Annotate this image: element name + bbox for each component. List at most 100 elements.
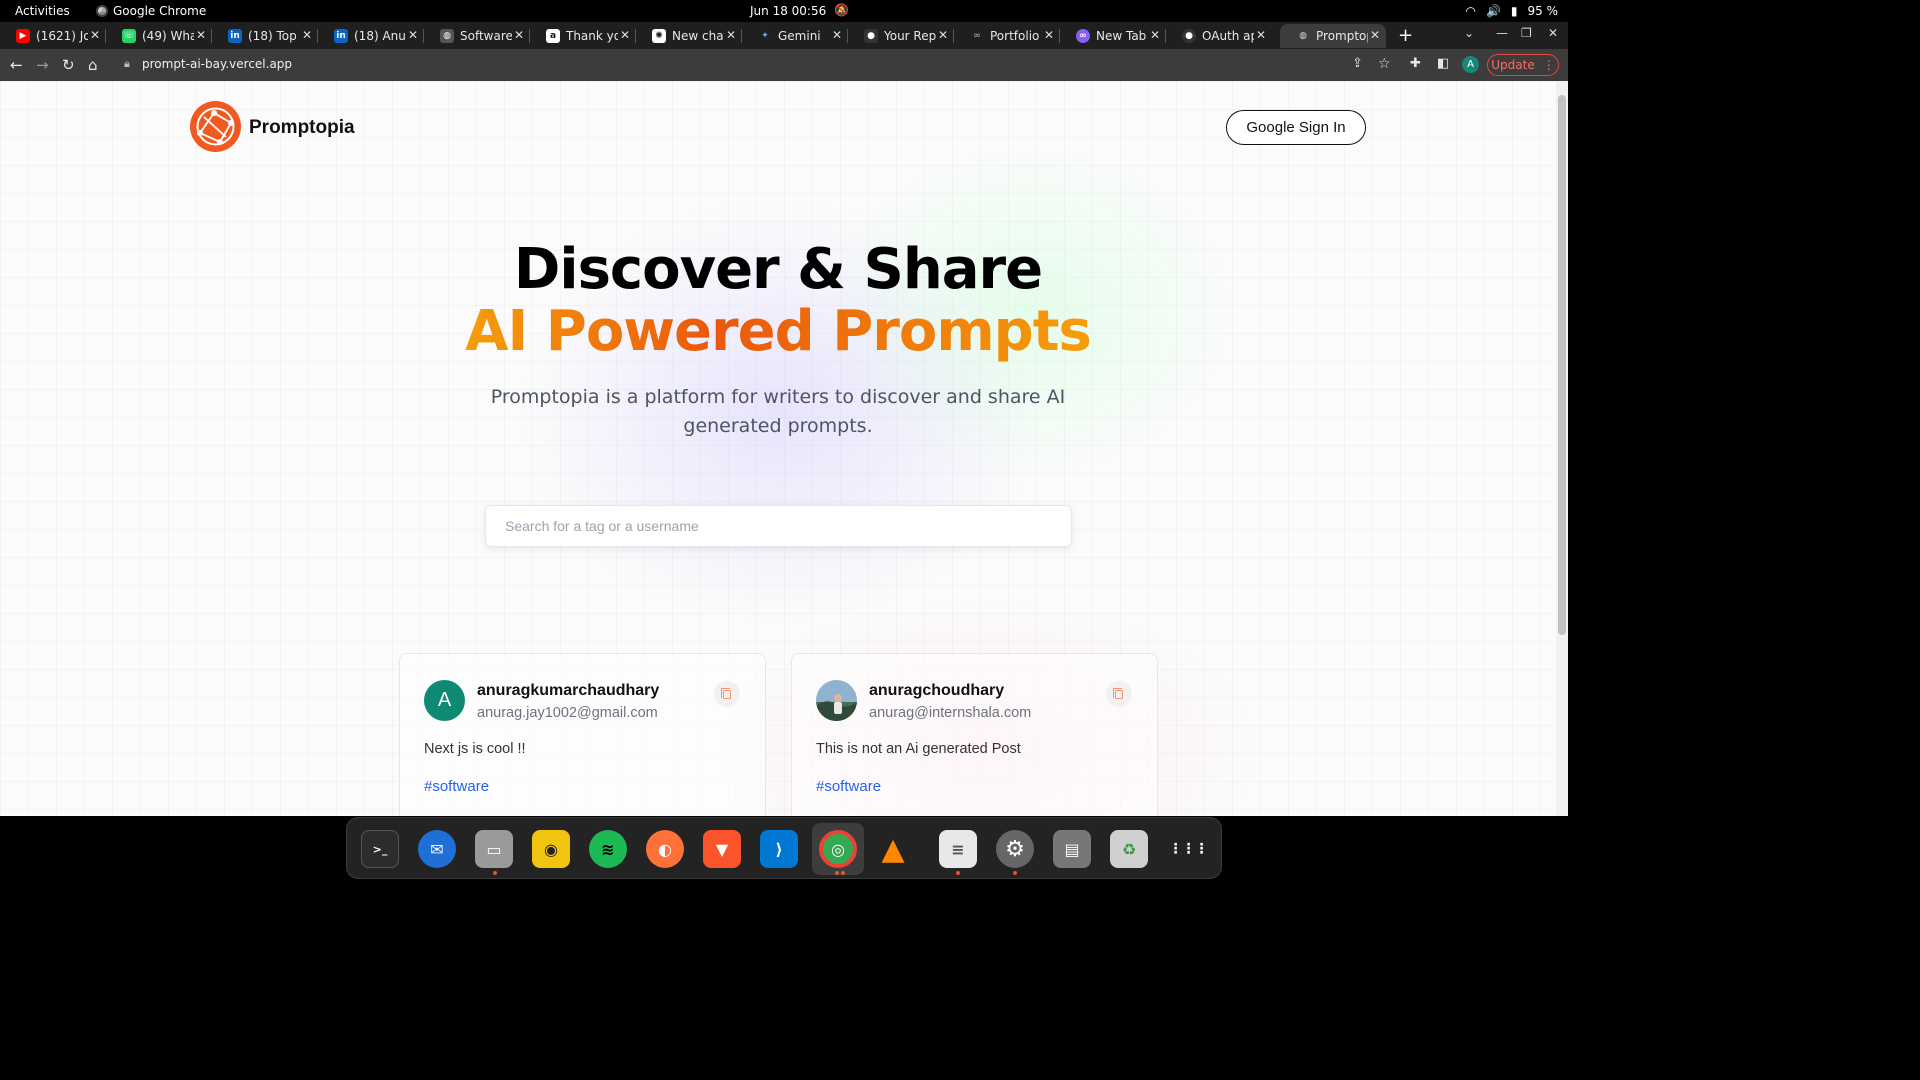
profile-avatar[interactable]: A — [1462, 56, 1479, 73]
update-button[interactable]: Update ⋮ — [1487, 54, 1559, 76]
openai-icon: ✺ — [652, 29, 666, 43]
text-editor-icon[interactable]: ≡ — [939, 830, 977, 868]
close-icon[interactable]: ✕ — [938, 28, 948, 42]
avatar[interactable]: A — [424, 680, 465, 721]
tab-amazon[interactable]: a Thank you ✕ — [530, 24, 636, 48]
url-field[interactable]: prompt-ai-bay.vercel.app — [142, 57, 292, 71]
new-tab-button[interactable]: + — [1398, 25, 1413, 46]
tab-title: Software — [460, 29, 512, 43]
page-viewport: Promptopia Google Sign In Discover & Sha… — [0, 81, 1556, 816]
amazon-icon: a — [546, 29, 560, 43]
close-icon[interactable]: ✕ — [620, 28, 630, 42]
close-icon[interactable]: ✕ — [514, 28, 524, 42]
side-panel-icon[interactable]: ◧ — [1437, 56, 1449, 71]
card-username[interactable]: anuragkumarchaudhary — [477, 682, 659, 700]
card-tag[interactable]: #software — [816, 778, 881, 795]
lock-icon[interactable]: 🔒︎ — [124, 57, 130, 71]
close-icon[interactable]: ✕ — [90, 28, 100, 42]
files-icon[interactable]: ▭ — [475, 830, 513, 868]
forward-icon[interactable]: → — [36, 56, 49, 74]
activities-button[interactable]: Activities — [15, 4, 70, 18]
avatar[interactable] — [816, 680, 857, 721]
minimize-icon[interactable]: — — [1496, 26, 1508, 40]
share-icon[interactable]: ⇪ — [1352, 56, 1363, 71]
settings-icon[interactable]: ⚙ — [996, 830, 1034, 868]
close-icon[interactable]: ✕ — [1150, 28, 1160, 42]
gemini-icon: ✦ — [761, 31, 769, 41]
close-icon[interactable]: ✕ — [408, 28, 418, 42]
close-icon[interactable]: ✕ — [832, 28, 842, 42]
tab-github-repos[interactable]: ● Your Rep ✕ — [848, 24, 954, 48]
tab-title: New chat — [672, 29, 724, 43]
promptopia-logo[interactable] — [190, 101, 241, 152]
tab-software[interactable]: ◍ Software ✕ — [424, 24, 530, 48]
close-icon[interactable]: ✕ — [302, 28, 312, 42]
system-tray[interactable]: ◠ 🔊 ▮ 95 % — [1465, 4, 1558, 18]
github-icon: ● — [1182, 29, 1196, 43]
tab-oauth[interactable]: ● OAuth ap ✕ — [1166, 24, 1272, 48]
tab-gemini[interactable]: ✦ Gemini ✕ — [742, 24, 848, 48]
tab-search-icon[interactable]: ⌄ — [1464, 26, 1474, 40]
extensions-icon[interactable]: ✚ — [1410, 56, 1421, 71]
copy-icon[interactable] — [1106, 681, 1132, 707]
rhythmbox-icon[interactable]: ◉ — [532, 830, 570, 868]
copy-icon[interactable] — [714, 681, 740, 707]
vlc-icon[interactable]: ▲ — [874, 830, 912, 868]
trash-icon[interactable]: ♻ — [1110, 830, 1148, 868]
update-label: Update — [1491, 58, 1535, 72]
close-icon[interactable]: ✕ — [1370, 28, 1380, 42]
card-email: anurag.jay1002@gmail.com — [477, 705, 658, 721]
restore-icon[interactable]: ❐ — [1521, 26, 1532, 40]
tab-youtube[interactable]: ▶ (1621) Jo ✕ — [0, 24, 106, 48]
tab-promptopia[interactable]: ◍ Promptop ✕ — [1280, 24, 1386, 48]
tab-portfolio[interactable]: ∞ Portfolio ✕ — [954, 24, 1060, 48]
spotify-icon[interactable]: ≋ — [589, 830, 627, 868]
bookmark-star-icon[interactable]: ☆ — [1378, 56, 1391, 72]
wifi-icon: ◠ — [1465, 4, 1476, 18]
close-icon[interactable]: ✕ — [726, 28, 736, 42]
scrollbar-thumb[interactable] — [1558, 95, 1566, 635]
tab-new-tab[interactable]: ∞ New Tab ✕ — [1060, 24, 1166, 48]
home-icon[interactable]: ⌂ — [88, 56, 98, 74]
firefox-icon[interactable]: ◐ — [646, 830, 684, 868]
google-sign-in-button[interactable]: Google Sign In — [1226, 110, 1366, 145]
back-icon[interactable]: ← — [10, 56, 23, 74]
tab-whatsapp[interactable]: ☏ (49) What ✕ — [106, 24, 212, 48]
vscode-icon[interactable]: ⟩ — [760, 830, 798, 868]
brand-name[interactable]: Promptopia — [249, 117, 355, 139]
reload-icon[interactable]: ↻ — [62, 56, 75, 74]
tab-title: Promptop — [1316, 29, 1368, 43]
avatar-initial: A — [437, 689, 452, 711]
hero-description: Promptopia is a platform for writers to … — [490, 386, 1066, 437]
ssd-icon[interactable]: ▤ — [1053, 830, 1091, 868]
tab-chatgpt[interactable]: ✺ New chat ✕ — [636, 24, 742, 48]
page-scrollbar[interactable] — [1556, 81, 1568, 816]
card-username[interactable]: anuragchoudhary — [869, 682, 1004, 700]
close-icon[interactable]: ✕ — [1256, 28, 1266, 42]
card-prompt: Next js is cool !! — [424, 741, 526, 757]
app-grid-icon[interactable]: ⋮⋮⋮ — [1169, 830, 1209, 868]
close-icon[interactable]: ✕ — [1044, 28, 1054, 42]
chrome-icon[interactable]: ◎ — [819, 830, 857, 868]
search-input[interactable] — [485, 505, 1072, 547]
clock[interactable]: Jun 18 00:56 — [750, 4, 826, 18]
tab-linkedin-profile[interactable]: in (18) Anur ✕ — [318, 24, 424, 48]
terminal-icon[interactable]: >_ — [361, 830, 399, 868]
close-window-icon[interactable]: ✕ — [1548, 26, 1558, 40]
brave-icon[interactable]: ▼ — [703, 830, 741, 868]
battery-icon: ▮ — [1510, 4, 1518, 18]
focused-app-menu[interactable]: Google Chrome — [96, 4, 206, 18]
prompt-card: A anuragkumarchaudhary anurag.jay1002@gm… — [399, 653, 766, 816]
tab-linkedin-jobs[interactable]: in (18) Top jo ✕ — [212, 24, 318, 48]
thunderbird-icon[interactable]: ✉ — [418, 830, 456, 868]
tab-title: New Tab — [1096, 29, 1147, 43]
prompt-card: anuragchoudhary anurag@internshala.com T… — [791, 653, 1158, 816]
close-icon[interactable]: ✕ — [196, 28, 206, 42]
tab-title: Portfolio — [990, 29, 1040, 43]
profile-photo-icon — [816, 680, 857, 721]
headline-accent-text: AI Powered Prompts — [465, 299, 1092, 364]
globe-icon: ◍ — [1299, 31, 1307, 41]
newtab-icon: ∞ — [1076, 29, 1090, 43]
youtube-icon: ▶ — [16, 29, 30, 43]
card-tag[interactable]: #software — [424, 778, 489, 795]
